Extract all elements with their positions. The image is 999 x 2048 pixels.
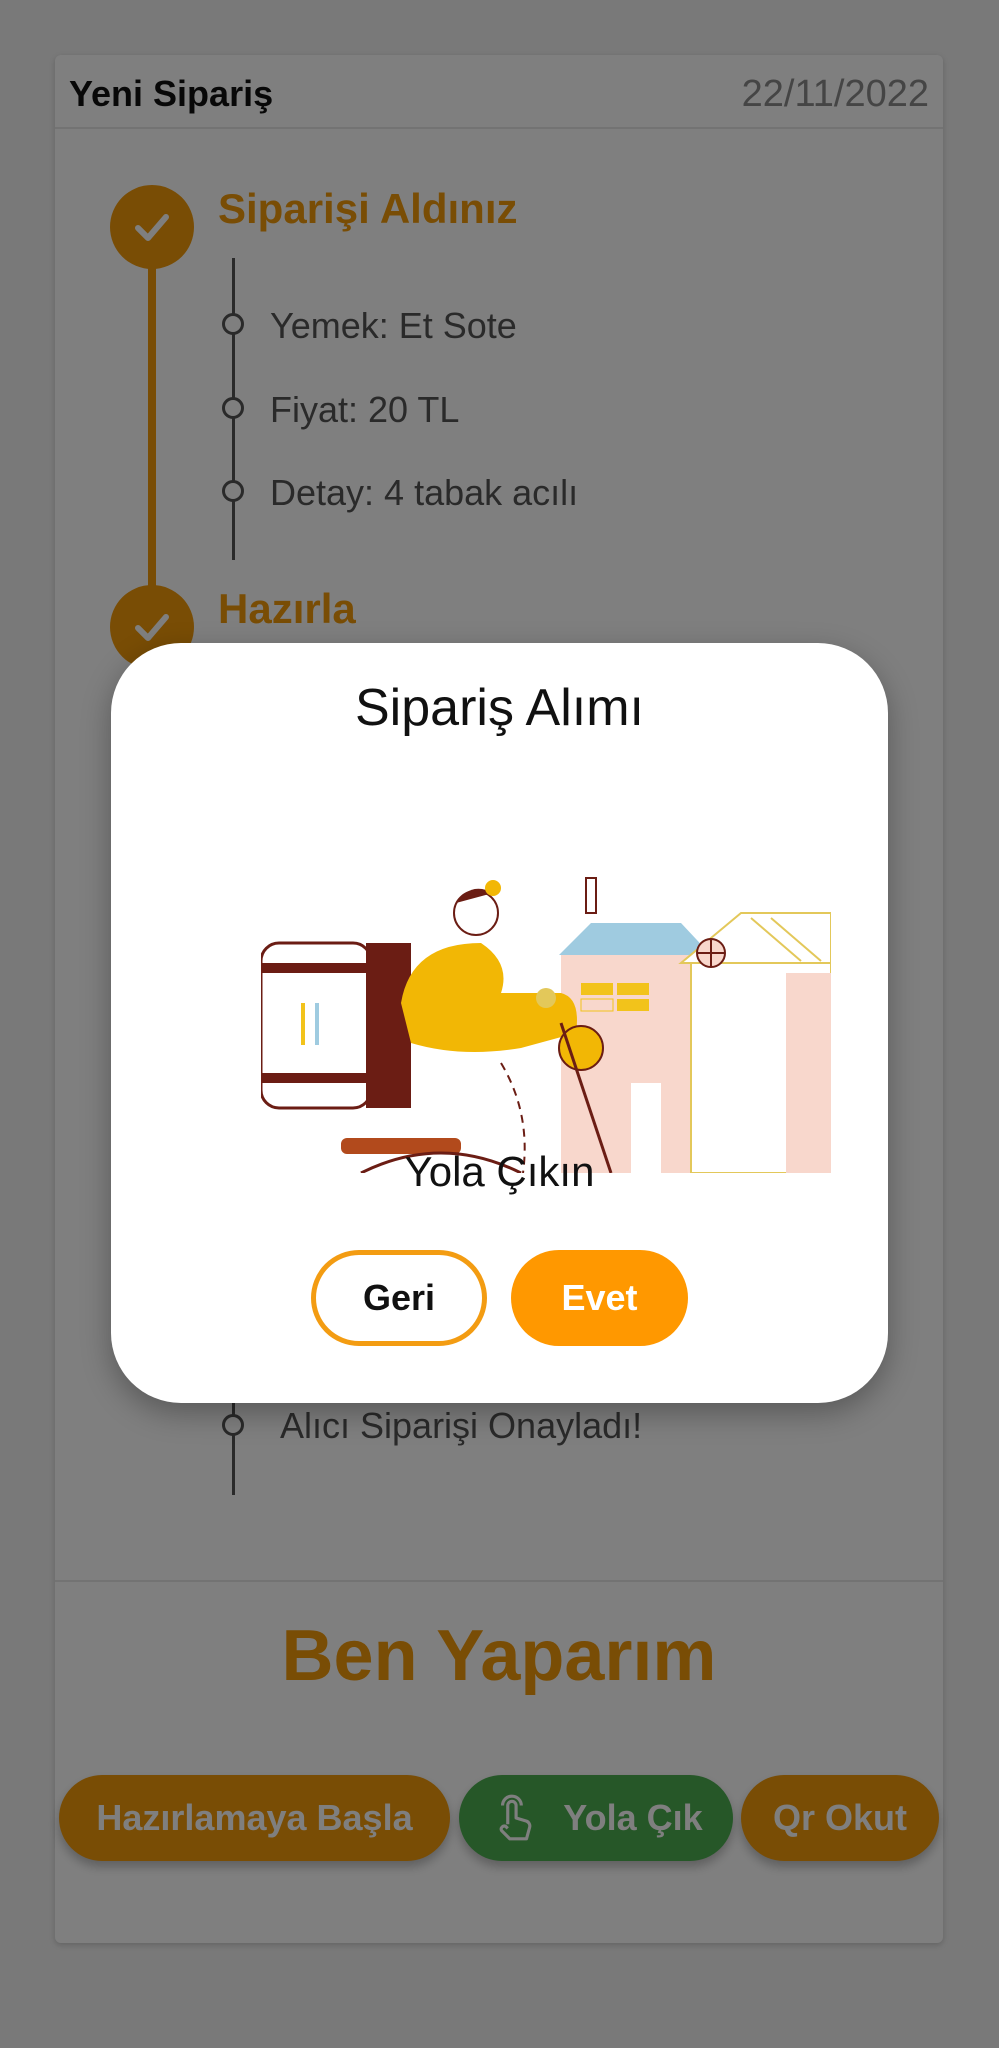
back-label: Geri xyxy=(362,1277,436,1318)
yes-button[interactable]: Evet xyxy=(511,1250,688,1346)
order-pickup-dialog: Sipariş Alımı Yola Çıkın Geri Evet xyxy=(111,643,888,1403)
back-button[interactable]: Geri xyxy=(311,1250,487,1346)
dialog-title: Sipariş Alımı xyxy=(355,679,644,737)
yes-label: Evet xyxy=(561,1277,638,1318)
dialog-message: Yola Çıkın xyxy=(404,1148,595,1195)
delivery-illustration xyxy=(261,877,831,1173)
